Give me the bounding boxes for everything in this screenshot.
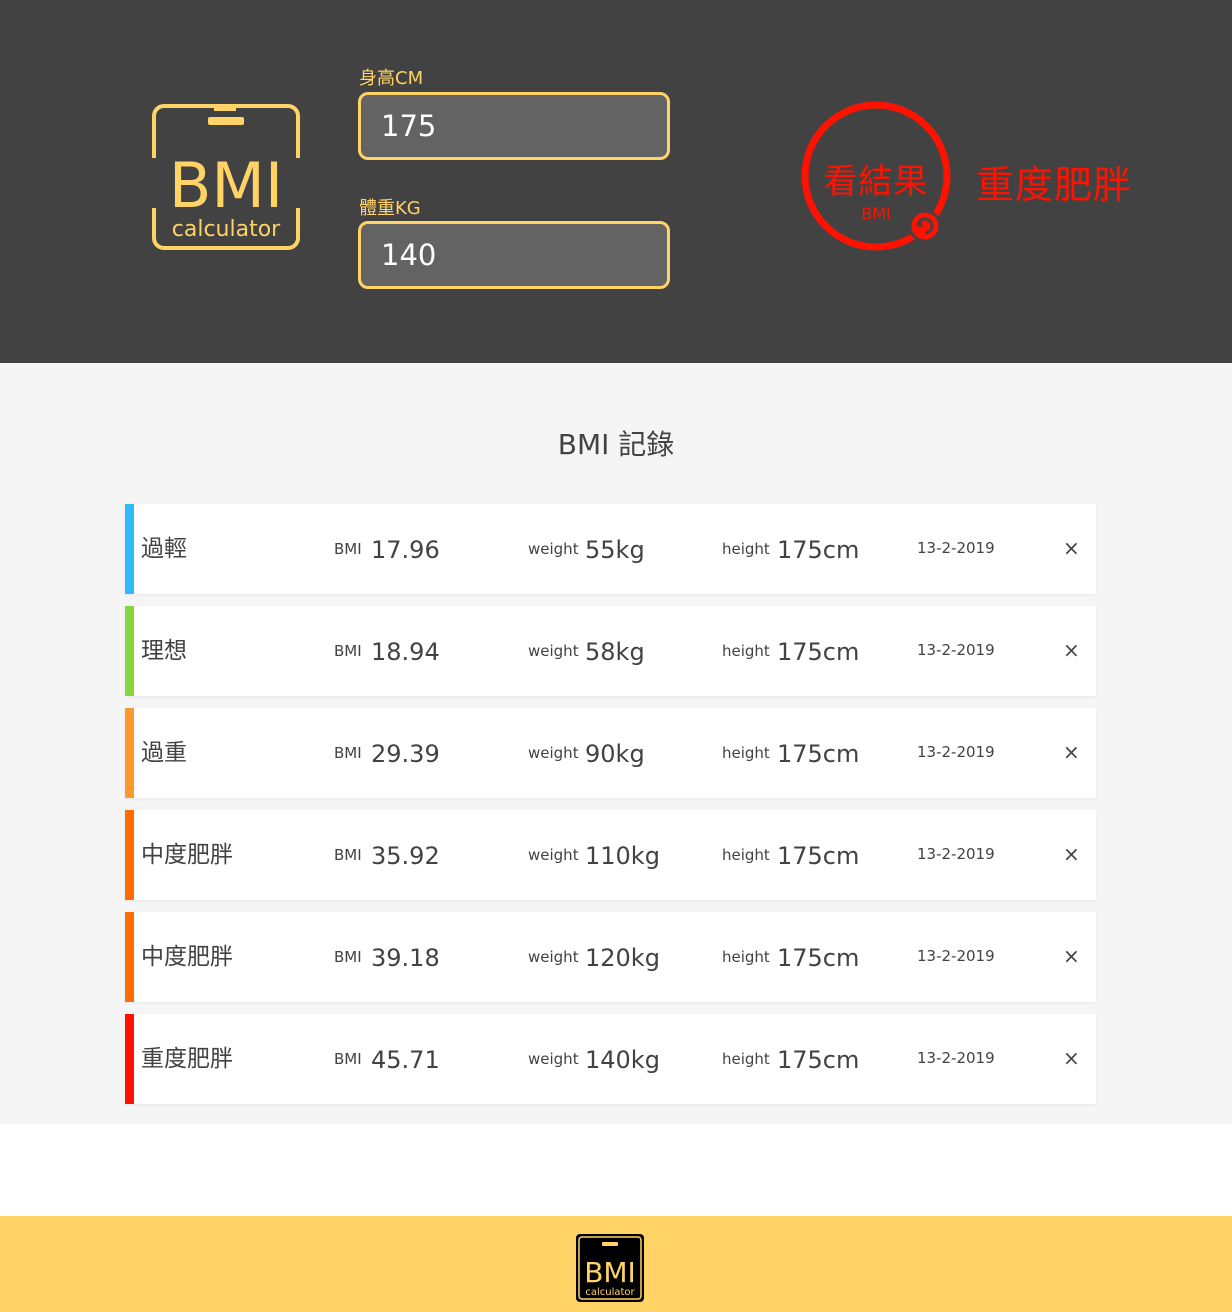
height-label: height — [722, 642, 770, 660]
record-status: 理想 — [141, 638, 187, 664]
height-label: height — [722, 540, 770, 558]
height-value: 175cm — [777, 1046, 860, 1074]
bmi-value: 35.92 — [371, 842, 440, 870]
delete-record-icon[interactable]: × — [1063, 605, 1080, 695]
record-row: 理想 BMI 18.94 weight 58kg height 175cm 13-2-2019… — [125, 606, 1096, 696]
height-value: 175cm — [777, 944, 860, 972]
delete-record-icon[interactable]: × — [1063, 911, 1080, 1001]
bmi-value: 45.71 — [371, 1046, 440, 1074]
weight-value: 110kg — [585, 842, 660, 870]
delete-record-icon[interactable]: × — [1063, 707, 1080, 797]
bmi-label: BMI — [334, 948, 362, 966]
record-row: 過輕 BMI 17.96 weight 55kg height 175cm 13-2-2019… — [125, 504, 1096, 594]
weight-label: weight — [528, 744, 579, 762]
bmi-label: BMI — [334, 846, 362, 864]
bmi-label: BMI — [334, 1050, 362, 1068]
delete-record-icon[interactable]: × — [1063, 809, 1080, 899]
height-value: 175cm — [777, 842, 860, 870]
svg-text:BMI: BMI — [169, 149, 283, 222]
record-status: 重度肥胖 — [141, 1046, 233, 1072]
status-color-bar — [125, 1014, 134, 1104]
bmi-value: 17.96 — [371, 536, 440, 564]
svg-text:calculator: calculator — [172, 217, 281, 242]
bmi-label: BMI — [334, 642, 362, 660]
height-value: 175cm — [777, 536, 860, 564]
height-label: 身高CM — [359, 68, 424, 89]
record-status: 中度肥胖 — [141, 842, 233, 868]
record-date: 13-2-2019 — [917, 1049, 995, 1067]
weight-value: 55kg — [585, 536, 645, 564]
bmi-value: 39.18 — [371, 944, 440, 972]
delete-record-icon[interactable]: × — [1063, 1013, 1080, 1103]
bmi-value: 18.94 — [371, 638, 440, 666]
bmi-label: BMI — [334, 540, 362, 558]
weight-value: 90kg — [585, 740, 645, 768]
weight-label: weight — [528, 1050, 579, 1068]
record-row: 中度肥胖 BMI 35.92 weight 110kg height 175cm 13-2-2… — [125, 810, 1096, 900]
height-label: height — [722, 846, 770, 864]
weight-label: 體重KG — [359, 198, 421, 219]
svg-text:BMI: BMI — [584, 1256, 636, 1289]
record-row: 重度肥胖 BMI 45.71 weight 140kg height 175cm 13-2-2… — [125, 1014, 1096, 1104]
result-status: 重度肥胖 — [976, 163, 1133, 207]
weight-value: 120kg — [585, 944, 660, 972]
weight-field-box[interactable] — [358, 221, 670, 289]
height-input[interactable] — [361, 95, 667, 157]
record-status: 過輕 — [141, 536, 187, 562]
records-title: BMI 記錄 — [557, 428, 675, 461]
height-field-box[interactable] — [358, 92, 670, 160]
svg-text:calculator: calculator — [585, 1287, 635, 1298]
result-button-text: 看結果 — [823, 162, 929, 202]
record-date: 13-2-2019 — [917, 539, 995, 557]
height-value: 175cm — [777, 740, 860, 768]
weight-label: weight — [528, 846, 579, 864]
record-date: 13-2-2019 — [917, 845, 995, 863]
height-label: height — [722, 744, 770, 762]
record-row: 中度肥胖 BMI 39.18 weight 120kg height 175cm 13-2-2… — [125, 912, 1096, 1002]
status-color-bar — [125, 606, 134, 696]
result-button[interactable]: 看結果 BMI — [800, 100, 952, 252]
footer: BMI calculator — [0, 1216, 1232, 1312]
header: BMI calculator 身高CM 體重KG 看結果 BMI 重度肥胖 — [0, 0, 1232, 363]
record-status: 中度肥胖 — [141, 944, 233, 970]
result-button-sub: BMI — [861, 204, 891, 223]
weight-value: 58kg — [585, 638, 645, 666]
weight-label: weight — [528, 642, 579, 660]
height-label: height — [722, 1050, 770, 1068]
records-section: BMI 記錄 過輕 BMI 17.96 weight 55kg height 175cm 13… — [0, 363, 1232, 1124]
record-row: 過重 BMI 29.39 weight 90kg height 175cm 13-2-2019… — [125, 708, 1096, 798]
status-color-bar — [125, 708, 134, 798]
footer-logo[interactable]: BMI calculator — [575, 1233, 645, 1303]
status-color-bar — [125, 810, 134, 900]
weight-label: weight — [528, 540, 579, 558]
bmi-label: BMI — [334, 744, 362, 762]
record-date: 13-2-2019 — [917, 743, 995, 761]
height-label: height — [722, 948, 770, 966]
status-color-bar — [125, 504, 134, 594]
height-value: 175cm — [777, 638, 860, 666]
status-color-bar — [125, 912, 134, 1002]
weight-label: weight — [528, 948, 579, 966]
delete-record-icon[interactable]: × — [1063, 503, 1080, 593]
record-date: 13-2-2019 — [917, 947, 995, 965]
weight-value: 140kg — [585, 1046, 660, 1074]
record-status: 過重 — [141, 740, 187, 766]
bmi-value: 29.39 — [371, 740, 440, 768]
bmi-logo[interactable]: BMI calculator — [150, 100, 302, 254]
weight-input[interactable] — [361, 224, 667, 286]
record-date: 13-2-2019 — [917, 641, 995, 659]
